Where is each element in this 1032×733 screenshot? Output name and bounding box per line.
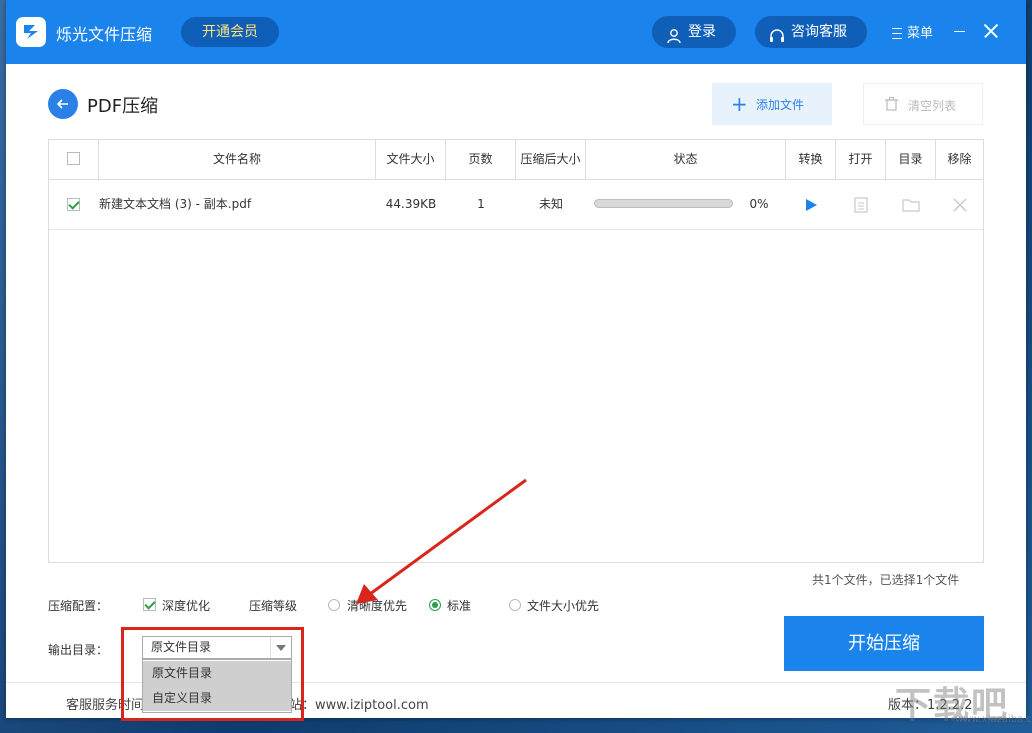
annotation-arrow xyxy=(356,478,527,604)
watermark-url: www.xiazaiba.com xyxy=(955,714,1032,725)
